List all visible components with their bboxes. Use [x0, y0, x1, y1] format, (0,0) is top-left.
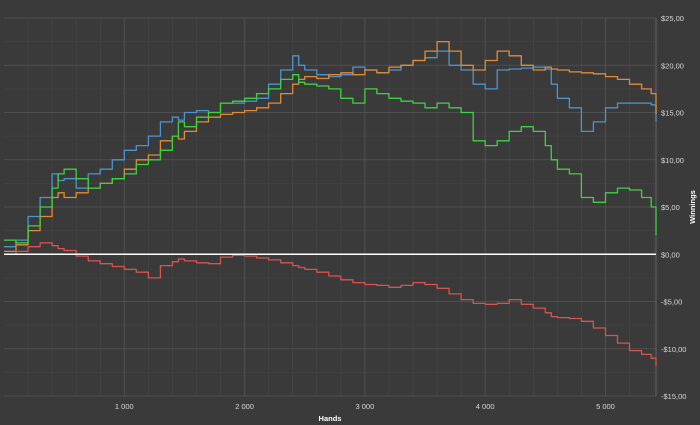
- x-tick-label: 1 000: [115, 402, 134, 411]
- y-tick-label: -$10,00: [661, 345, 686, 354]
- y-tick-label: -$15,00: [661, 392, 686, 401]
- y-tick-label: -$5,00: [661, 298, 682, 307]
- y-tick-label: $25,00: [661, 14, 684, 23]
- y-axis-title: Winnings: [688, 190, 697, 224]
- winnings-chart: 1 000 2 000 3 000 4 000 5 000 -$15,00 -$10,00 -…: [0, 0, 700, 425]
- x-tick-label: 4 000: [476, 402, 495, 411]
- x-axis-title: Hands: [319, 414, 342, 423]
- y-tick-label: $10,00: [661, 156, 684, 165]
- y-tick-label: $0,00: [661, 250, 680, 259]
- x-tick-label: 3 000: [355, 402, 374, 411]
- x-tick-label: 5 000: [596, 402, 615, 411]
- x-tick-label: 2 000: [235, 402, 254, 411]
- y-tick-label: $15,00: [661, 109, 684, 118]
- chart-svg: 1 000 2 000 3 000 4 000 5 000 -$15,00 -$10,00 -…: [4, 14, 697, 423]
- y-tick-label: $5,00: [661, 203, 680, 212]
- y-tick-label: $20,00: [661, 61, 684, 70]
